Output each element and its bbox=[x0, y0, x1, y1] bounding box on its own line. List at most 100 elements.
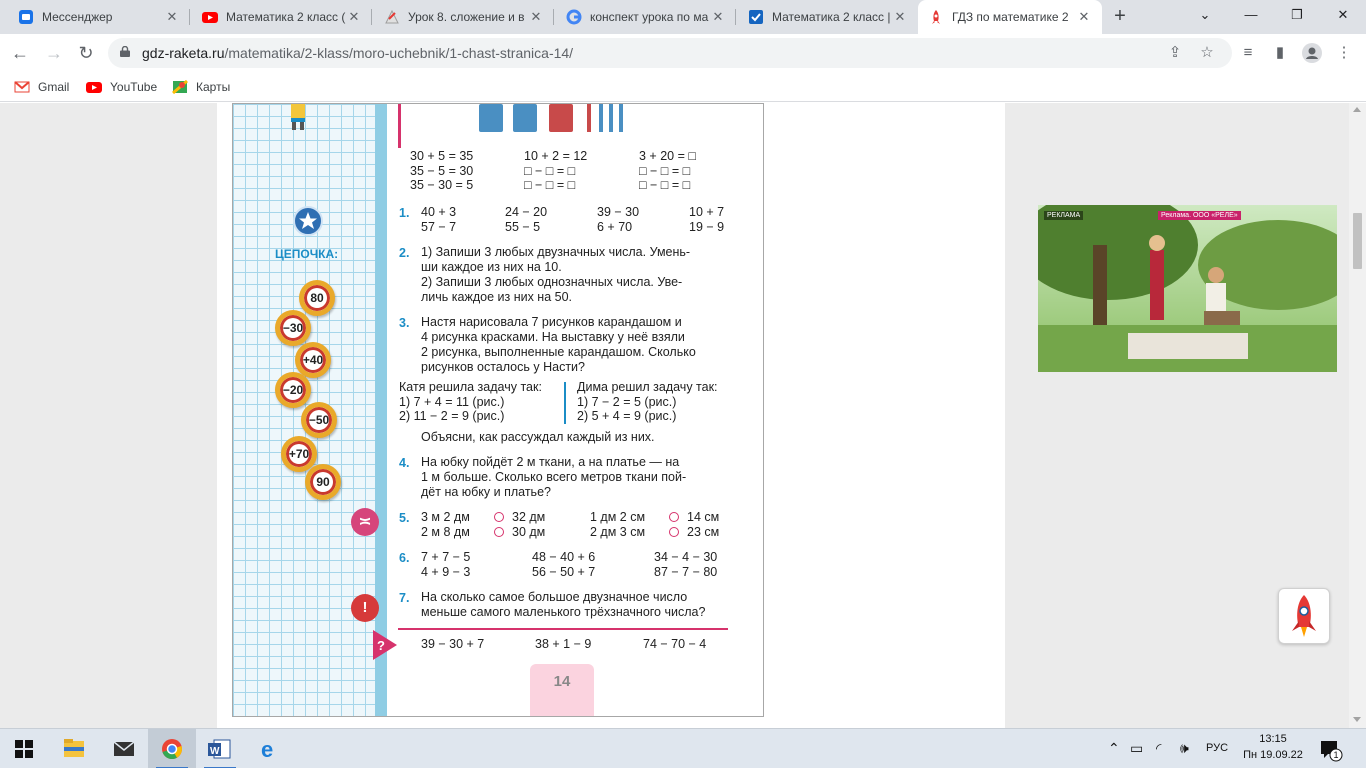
textbook-page: 30 + 5 = 35 35 − 5 = 30 35 − 30 = 5 10 +… bbox=[232, 103, 764, 717]
new-tab-button[interactable]: + bbox=[1108, 5, 1132, 29]
bookmarks-bar: Gmail YouTube Карты bbox=[0, 72, 1366, 102]
task6-cell: 4 + 9 − 3 bbox=[421, 565, 471, 579]
address-bar[interactable]: gdz-raketa.ru/matematika/2-klass/moro-uc… bbox=[108, 38, 1232, 68]
taskbar-mail[interactable] bbox=[100, 729, 148, 768]
divider-line bbox=[398, 628, 728, 630]
url-host: gdz-raketa.ru bbox=[142, 45, 225, 61]
tab-gdz-active[interactable]: ГДЗ по математике 2 ✕ bbox=[918, 0, 1102, 34]
tray-wifi-icon[interactable]: ◜ bbox=[1156, 740, 1161, 757]
lesson-icon bbox=[385, 9, 399, 24]
minimize-button[interactable]: — bbox=[1228, 0, 1274, 30]
tab-math-check[interactable]: Математика 2 класс | ✕ bbox=[738, 0, 918, 34]
scroll-thumb[interactable] bbox=[1353, 213, 1362, 269]
profile-avatar-icon[interactable] bbox=[1302, 43, 1322, 63]
task-number: 2. bbox=[399, 246, 410, 260]
task3-explain: Объясни, как рассуждал каждый из них. bbox=[421, 430, 655, 444]
tab-lesson[interactable]: Урок 8. сложение и в ✕ bbox=[374, 0, 554, 34]
share-icon[interactable]: ⇪ bbox=[1166, 44, 1184, 62]
question-flag-icon: ? bbox=[373, 630, 397, 660]
bookmark-star-icon[interactable]: ☆ bbox=[1198, 44, 1216, 62]
bookmark-youtube[interactable]: YouTube bbox=[86, 77, 157, 97]
scroll-down-arrow-icon[interactable] bbox=[1353, 717, 1361, 722]
windows-logo-icon bbox=[15, 740, 33, 758]
reload-button[interactable]: ↻ bbox=[72, 39, 100, 67]
bookmark-maps[interactable]: Карты bbox=[172, 77, 230, 97]
exclamation-badge-icon: ! bbox=[351, 594, 379, 622]
katya-solution-line: 2) 11 − 2 = 9 (рис.) bbox=[399, 409, 505, 423]
svg-text:W: W bbox=[210, 746, 220, 757]
chain-ring: −30 bbox=[275, 310, 311, 346]
task5-c: 2 дм 3 см bbox=[590, 525, 646, 539]
tab-youtube-math[interactable]: Математика 2 класс ( ✕ bbox=[192, 0, 372, 34]
menu-dots-icon[interactable]: ⋮ bbox=[1334, 43, 1354, 63]
close-icon[interactable]: ✕ bbox=[710, 9, 726, 25]
task3-line: рисунков осталось у Насти? bbox=[421, 360, 585, 374]
page-number: 14 bbox=[553, 673, 571, 690]
task6-cell: 48 − 40 + 6 bbox=[532, 550, 596, 564]
gmail-icon bbox=[14, 81, 30, 93]
task4-line: На юбку пойдёт 2 м ткани, а на платье — … bbox=[421, 455, 680, 469]
close-icon[interactable]: ✕ bbox=[1076, 9, 1092, 25]
side-panel-icon[interactable]: ▮ bbox=[1270, 43, 1290, 63]
youtube-icon bbox=[202, 12, 218, 23]
example-1a: 30 + 5 = 35 bbox=[410, 149, 474, 163]
task4-line: 1 м больше. Сколько всего метров ткани п… bbox=[421, 470, 687, 484]
rocket-widget-button[interactable] bbox=[1278, 588, 1330, 644]
tab-title: Математика 2 класс ( bbox=[226, 10, 346, 24]
rocket-icon bbox=[1292, 595, 1316, 637]
tray-chevron-up-icon[interactable]: ⌃ bbox=[1108, 740, 1120, 757]
lock-icon bbox=[120, 46, 130, 57]
task3-line: 4 рисунка красками. На выставку у неё вз… bbox=[421, 330, 685, 344]
tab-messenger[interactable]: Мессенджер ✕ bbox=[8, 0, 190, 34]
compare-circle-icon bbox=[669, 512, 679, 522]
reading-list-icon[interactable]: ≡ bbox=[1238, 43, 1258, 63]
task2-line: личь каждое из них на 50. bbox=[421, 290, 573, 304]
star-badge-icon bbox=[293, 206, 323, 236]
task5-d: 14 см bbox=[687, 510, 720, 524]
google-icon bbox=[566, 9, 582, 25]
clock-time[interactable]: 13:15 bbox=[1250, 733, 1296, 745]
tab-title: Математика 2 класс | bbox=[772, 10, 891, 24]
bookmark-gmail[interactable]: Gmail bbox=[14, 77, 69, 97]
maps-icon bbox=[172, 79, 188, 95]
start-button[interactable] bbox=[0, 729, 48, 768]
close-icon[interactable]: ✕ bbox=[528, 9, 544, 25]
tray-volume-icon[interactable]: 🕪 bbox=[1180, 740, 1189, 757]
svg-text:e: e bbox=[261, 737, 273, 762]
advertisement-banner[interactable]: РЕКЛАМА Реклама. ООО «РЕЛЕ» bbox=[1038, 205, 1337, 372]
tray-battery-icon[interactable]: ▭ bbox=[1130, 740, 1143, 757]
notifications-count: 1 bbox=[1333, 750, 1339, 760]
task3-line: 2 рисунка, выполненные карандашом. Сколь… bbox=[421, 345, 696, 359]
close-icon[interactable]: ✕ bbox=[164, 9, 180, 25]
input-language[interactable]: РУС bbox=[1206, 742, 1228, 754]
taskbar-file-explorer[interactable] bbox=[50, 729, 98, 768]
close-icon[interactable]: ✕ bbox=[346, 9, 362, 25]
bottom-expression: 38 + 1 − 9 bbox=[535, 637, 592, 651]
chevron-down-icon[interactable]: ⌄ bbox=[1182, 0, 1228, 30]
forward-button[interactable]: → bbox=[40, 39, 68, 67]
example-1c: 35 − 30 = 5 bbox=[410, 178, 474, 192]
clock-date[interactable]: Пн 19.09.22 bbox=[1240, 749, 1306, 761]
url-text[interactable]: gdz-raketa.ru/matematika/2-klass/moro-uc… bbox=[142, 45, 573, 61]
comparison-badge-icon: ≍ bbox=[351, 508, 379, 536]
close-window-button[interactable]: ✕ bbox=[1320, 0, 1366, 30]
taskbar-edge[interactable]: e bbox=[246, 729, 294, 768]
task5-b: 30 дм bbox=[512, 525, 546, 539]
taskbar-word[interactable]: W bbox=[196, 729, 244, 768]
task6-cell: 87 − 7 − 80 bbox=[654, 565, 718, 579]
restore-button[interactable]: ❐ bbox=[1274, 0, 1320, 30]
tab-google[interactable]: конспект урока по ма ✕ bbox=[556, 0, 736, 34]
svg-text:?: ? bbox=[377, 638, 385, 653]
close-icon[interactable]: ✕ bbox=[892, 9, 908, 25]
page-scrollbar[interactable] bbox=[1349, 103, 1366, 728]
dima-solution-line: Дима решил задачу так: bbox=[577, 380, 718, 394]
back-button[interactable]: ← bbox=[6, 39, 34, 67]
taskbar-chrome[interactable] bbox=[148, 729, 196, 768]
page-spine bbox=[375, 104, 387, 716]
youtube-icon bbox=[86, 82, 102, 93]
scroll-up-arrow-icon[interactable] bbox=[1353, 107, 1361, 112]
katya-solution-line: Катя решила задачу так: bbox=[399, 380, 542, 394]
task5-b: 32 дм bbox=[512, 510, 546, 524]
ad-picnic-image bbox=[1038, 205, 1337, 372]
task-number: 1. bbox=[399, 206, 410, 220]
